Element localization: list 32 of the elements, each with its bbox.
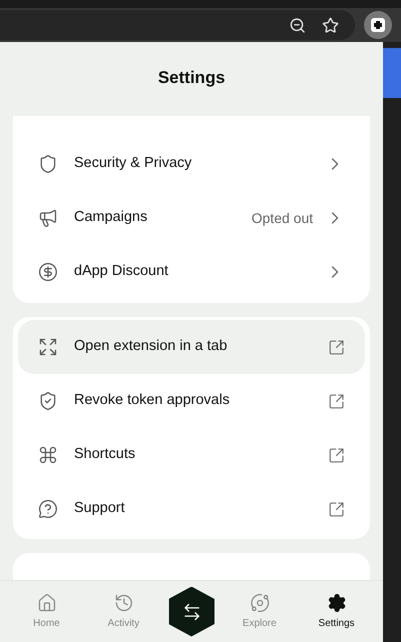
row-label: Support — [74, 499, 125, 518]
page-title: Settings — [158, 66, 226, 89]
row-label: Security & Privacy — [74, 154, 192, 174]
row-label: Open extension in a tab — [74, 337, 228, 356]
command-key-icon — [38, 445, 58, 465]
extension-button[interactable] — [364, 11, 392, 39]
help-icon — [38, 499, 58, 519]
star-icon[interactable] — [322, 16, 339, 34]
nav-tab[interactable]: Settings — [304, 592, 368, 630]
expand-icon — [38, 337, 58, 357]
row-label: Revoke token approvals — [74, 391, 230, 410]
external-link-icon — [328, 446, 345, 464]
settings-row[interactable]: Open extension in a tab — [18, 320, 365, 374]
external-link-icon — [328, 392, 345, 410]
row-value: Opted out — [252, 208, 313, 228]
row-label: Campaigns — [74, 208, 148, 228]
megaphone-icon — [38, 208, 58, 228]
shield-icon — [38, 154, 58, 174]
extension-icon — [371, 18, 385, 32]
external-link-icon — [328, 338, 345, 356]
shield-check-icon — [38, 391, 58, 411]
home-icon — [36, 592, 56, 612]
row-label: Shortcuts — [74, 445, 136, 464]
swap-icon — [182, 602, 202, 622]
zoom-icon[interactable] — [289, 16, 306, 34]
row-label: dApp Discount — [74, 262, 168, 282]
history-icon — [114, 592, 134, 612]
page-scrollbar — [383, 48, 401, 98]
dollar-icon — [38, 262, 58, 282]
settings-icon — [326, 592, 346, 612]
external-link-icon — [328, 500, 345, 518]
planet-icon — [250, 592, 270, 612]
